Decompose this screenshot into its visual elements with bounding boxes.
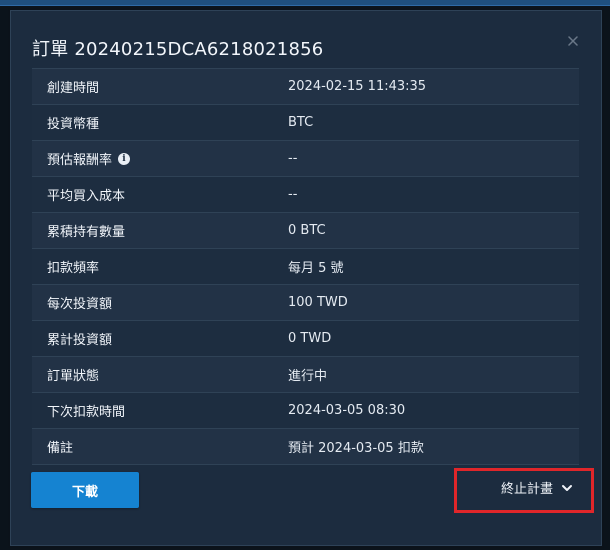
detail-value: 2024-02-15 11:43:35 — [288, 79, 427, 94]
terminate-plan-dropdown[interactable]: 終止計畫 — [501, 478, 573, 497]
info-icon[interactable]: i — [118, 152, 131, 165]
detail-row-created-time: 創建時間 2024-02-15 11:43:35 — [32, 69, 579, 105]
detail-label: 下次扣款時間 — [47, 405, 126, 420]
download-button[interactable]: 下載 — [31, 472, 139, 508]
detail-row-next-debit-time: 下次扣款時間 2024-03-05 08:30 — [32, 393, 579, 429]
chevron-down-icon — [561, 482, 573, 494]
detail-label: 累計投資額 — [47, 333, 113, 348]
detail-value: 100 TWD — [288, 295, 348, 310]
modal-title: 訂單 20240215DCA6218021856 — [32, 39, 324, 60]
detail-label: 創建時間 — [47, 81, 100, 96]
order-details-table: 創建時間 2024-02-15 11:43:35 投資幣種 BTC 預估報酬率 … — [32, 68, 579, 465]
detail-label: 平均買入成本 — [47, 189, 126, 204]
detail-label: 每次投資額 — [47, 297, 113, 312]
detail-row-total-investment: 累計投資額 0 TWD — [32, 321, 579, 357]
detail-label: 累積持有數量 — [47, 225, 126, 240]
detail-row-currency: 投資幣種 BTC — [32, 105, 579, 141]
detail-label: 扣款頻率 — [47, 261, 100, 276]
detail-row-order-status: 訂單狀態 進行中 — [32, 357, 579, 393]
detail-label-text: 預估報酬率 — [47, 153, 113, 168]
detail-value: 進行中 — [288, 369, 328, 384]
detail-value: 2024-03-05 08:30 — [288, 403, 406, 418]
detail-label: 備註 — [47, 441, 74, 456]
detail-label: 投資幣種 — [47, 117, 100, 132]
detail-value: 預計 2024-03-05 扣款 — [288, 441, 424, 456]
detail-value: 0 TWD — [288, 331, 332, 346]
detail-row-per-investment: 每次投資額 100 TWD — [32, 285, 579, 321]
detail-row-holding-quantity: 累積持有數量 0 BTC — [32, 213, 579, 249]
detail-value: -- — [288, 187, 298, 202]
detail-label: 訂單狀態 — [47, 369, 100, 384]
detail-row-estimated-return: 預估報酬率 i -- — [32, 141, 579, 177]
detail-value: 每月 5 號 — [288, 261, 344, 276]
terminate-plan-label: 終止計畫 — [501, 482, 554, 497]
detail-value: -- — [288, 151, 298, 166]
detail-row-note: 備註 預計 2024-03-05 扣款 — [32, 429, 579, 465]
detail-row-debit-frequency: 扣款頻率 每月 5 號 — [32, 249, 579, 285]
close-icon[interactable] — [566, 34, 580, 48]
background-header-strip — [0, 0, 610, 6]
detail-value: BTC — [288, 115, 314, 130]
order-detail-modal: 訂單 20240215DCA6218021856 創建時間 2024-02-15… — [10, 10, 602, 546]
detail-label-with-info: 預估報酬率 i — [32, 149, 288, 168]
detail-row-average-cost: 平均買入成本 -- — [32, 177, 579, 213]
detail-value: 0 BTC — [288, 223, 326, 238]
